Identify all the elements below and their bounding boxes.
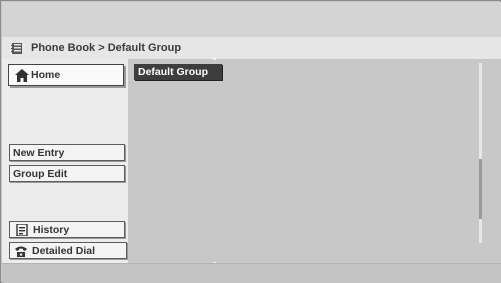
group-edit-label: Group Edit [13, 167, 68, 180]
detailed-dial-label: Detailed Dial [32, 244, 96, 257]
phone-book-icon [11, 42, 23, 54]
group-edit-button[interactable]: Group Edit [9, 165, 125, 182]
sidebar: Home New Entry Group Edit History Detail… [2, 59, 128, 263]
new-entry-button[interactable]: New Entry [9, 144, 125, 161]
group-list-pane: Default Group [128, 57, 501, 265]
breadcrumb: Phone Book > Default Group [2, 37, 501, 59]
history-button[interactable]: History [9, 221, 125, 238]
scroll-up-indicator [213, 57, 216, 60]
status-bar [2, 263, 501, 283]
title-bar [2, 2, 501, 37]
history-icon [15, 222, 29, 237]
group-tag[interactable]: Default Group [134, 64, 222, 80]
scrollbar-thumb[interactable] [479, 159, 482, 219]
group-tag-label: Default Group [138, 66, 208, 78]
home-button[interactable]: Home [8, 64, 124, 86]
house-icon [15, 69, 29, 82]
breadcrumb-text: Phone Book > Default Group [31, 42, 182, 54]
phone-dial-icon [14, 245, 28, 257]
phone-book-window: Phone Book > Default Group Home New Entr… [0, 0, 501, 283]
home-label: Home [31, 69, 61, 81]
history-label: History [33, 223, 70, 236]
detailed-dial-button[interactable]: Detailed Dial [9, 242, 127, 259]
new-entry-label: New Entry [13, 146, 65, 159]
